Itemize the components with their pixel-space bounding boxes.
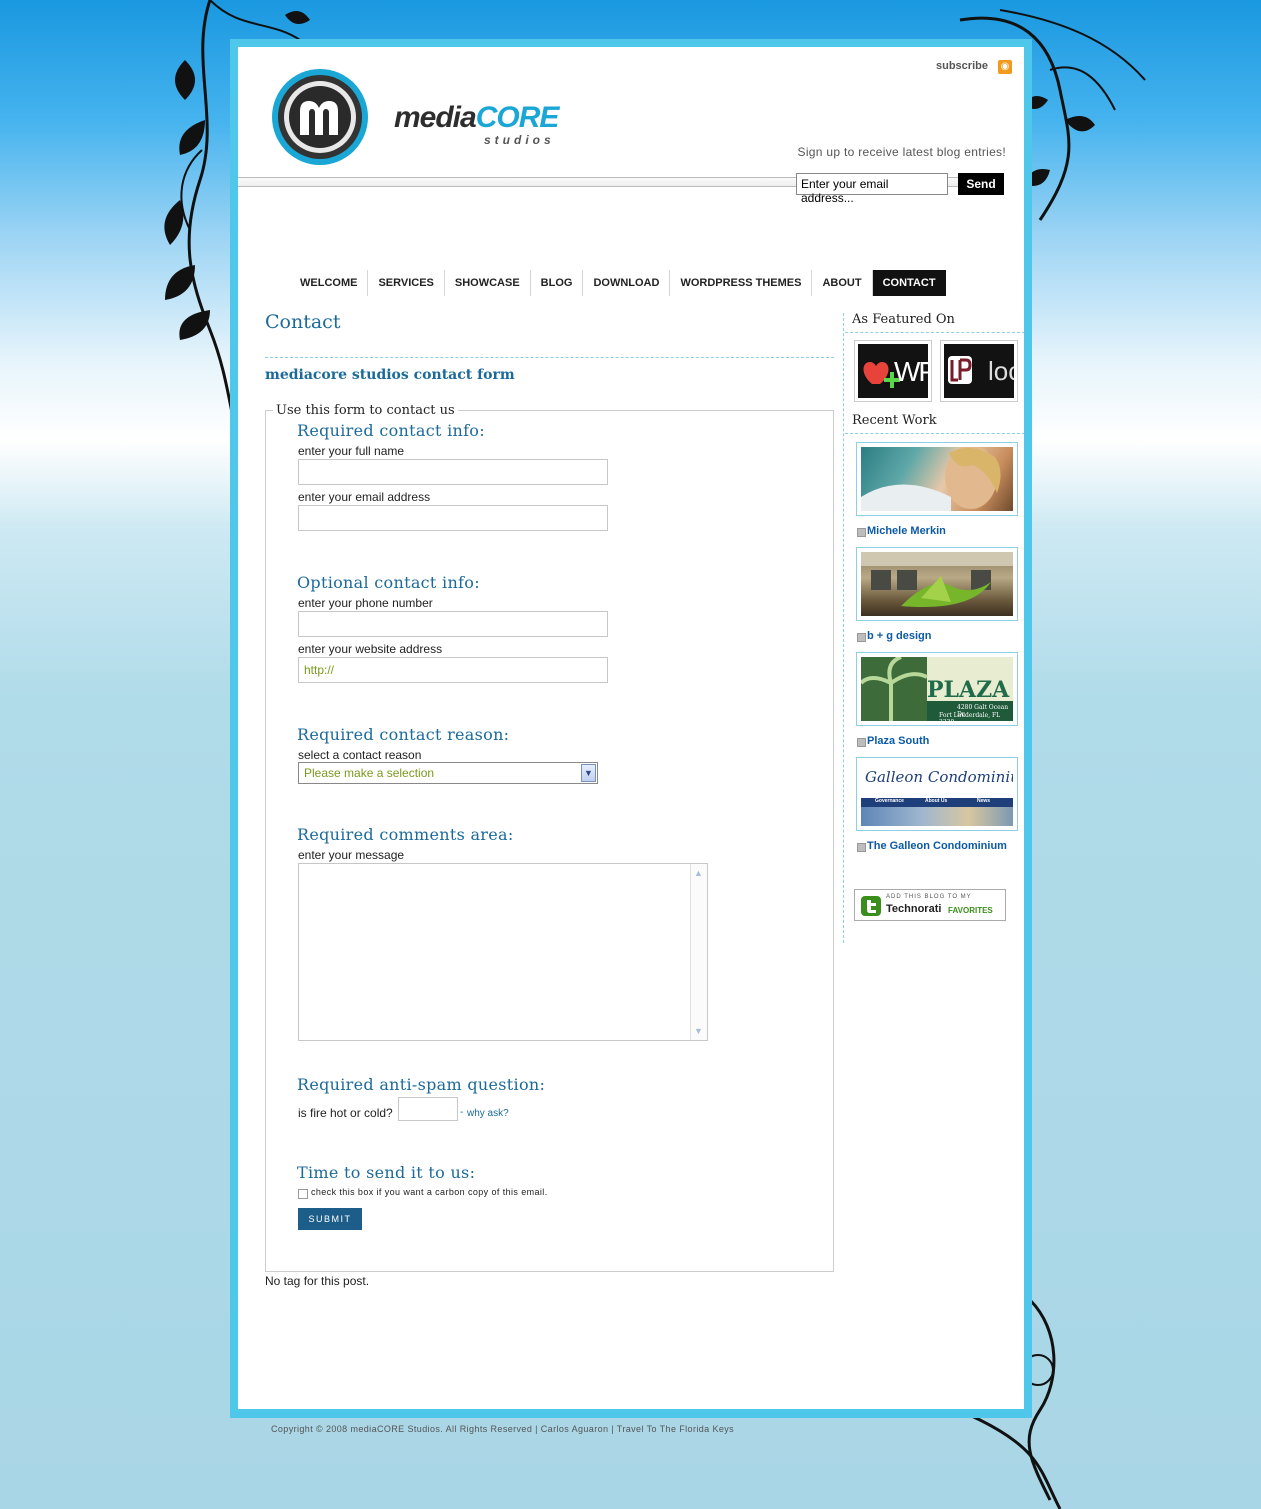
scroll-down-icon[interactable]: ▼ (691, 1023, 706, 1039)
signup-text: Sign up to receive latest blog entries! (797, 145, 1006, 159)
antispam-question: is fire hot or cold? (298, 1106, 393, 1120)
contact-reason-heading: Required contact reason: (297, 725, 510, 744)
content-divider (265, 357, 834, 358)
logo-subtitle: studios (484, 133, 555, 147)
email-label: enter your email address (298, 490, 431, 504)
nav-showcase[interactable]: SHOWCASE (445, 270, 531, 296)
why-ask-separator: - (460, 1107, 464, 1118)
sidebar-divider (843, 313, 844, 943)
page-sheet: mediaCORE studios subscribe ◉ Sign up to… (238, 47, 1024, 1409)
why-ask-link[interactable]: why ask? (467, 1108, 509, 1119)
technorati-line1: ADD THIS BLOG TO MY (886, 894, 972, 900)
message-label: enter your message (298, 848, 405, 862)
technorati-badge[interactable]: ADD THIS BLOG TO MY Technorati FAVORITES (854, 889, 1006, 921)
featured-wp-text: WP (894, 356, 928, 387)
subscribe-link[interactable]: subscribe (936, 60, 988, 72)
recent-work-thumb-galleon[interactable]: Galleon Condominium Governance About Us … (856, 757, 1018, 831)
nav-welcome[interactable]: WELCOME (290, 270, 369, 296)
nav-about[interactable]: ABOUT (812, 270, 873, 296)
plaza-thumb-address-2: Fort Lauderdale, FL 3330 (939, 712, 1001, 721)
carbon-copy-label: check this box if you want a carbon copy… (311, 1187, 548, 1197)
bullet-icon (857, 528, 866, 537)
nav-contact[interactable]: CONTACT (872, 270, 946, 296)
nav-download[interactable]: DOWNLOAD (583, 270, 671, 296)
message-textarea[interactable] (298, 863, 708, 1041)
required-info-heading: Required contact info: (297, 421, 485, 440)
contact-reason-select[interactable]: Please make a selection (298, 762, 598, 784)
galleon-thumb-nav-3: News (977, 798, 991, 804)
bullet-icon (857, 843, 866, 852)
featured-wp-inner: WP (858, 344, 928, 398)
galleon-thumb-nav-1: Governance (875, 798, 904, 804)
name-label: enter your full name (298, 444, 405, 458)
full-name-input[interactable] (298, 459, 608, 485)
nav-wordpress-themes[interactable]: WORDPRESS THEMES (670, 270, 813, 296)
thumb-image-michele (861, 447, 1013, 511)
recent-work-link-galleon[interactable]: The Galleon Condominium (867, 840, 1007, 852)
technorati-brand: Technorati (886, 903, 942, 915)
carbon-copy-checkbox[interactable] (298, 1189, 308, 1199)
contact-reason-label: select a contact reason (298, 748, 422, 762)
send-heading: Time to send it to us: (297, 1163, 476, 1182)
recent-work-heading: Recent Work (852, 413, 937, 428)
recent-work-thumb-plaza[interactable]: PLAZA 4280 Galt Ocean Dr Fort Lauderdale… (856, 652, 1018, 726)
featured-lp-inner: loc (944, 344, 1014, 398)
featured-lp-badge[interactable]: loc (940, 340, 1018, 402)
recent-work-divider (845, 433, 1024, 434)
message-scrollbar[interactable] (690, 864, 707, 1040)
recent-work-thumb-bg-design[interactable] (856, 547, 1018, 621)
antispam-heading: Required anti-spam question: (297, 1075, 546, 1094)
recent-work-thumb-michele[interactable] (856, 442, 1018, 516)
antispam-answer-input[interactable] (398, 1097, 458, 1121)
newsletter-email-input[interactable]: Enter your email address... (796, 173, 948, 205)
main-nav: WELCOME SERVICES SHOWCASE BLOG DOWNLOAD … (290, 270, 946, 296)
mediacore-logo-icon (272, 69, 368, 165)
nav-blog[interactable]: BLOG (531, 270, 584, 296)
page-frame: mediaCORE studios subscribe ◉ Sign up to… (230, 39, 1032, 1418)
footer-copyright: Copyright © 2008 mediaCORE Studios. All … (271, 1424, 735, 1434)
recent-work-link-plaza[interactable]: Plaza South (867, 735, 929, 747)
comments-heading: Required comments area: (297, 825, 514, 844)
thumb-image-plaza: PLAZA 4280 Galt Ocean Dr Fort Lauderdale… (861, 657, 1013, 721)
logo-wordmark: mediaCORE (394, 101, 560, 135)
thumb-image-galleon: Galleon Condominium Governance About Us … (861, 762, 1013, 826)
rss-icon[interactable]: ◉ (998, 60, 1012, 74)
phone-label: enter your phone number (298, 596, 433, 610)
plaza-thumb-title: PLAZA (927, 677, 1010, 703)
portrait-photo-icon (861, 447, 1001, 511)
technorati-logo-icon (861, 896, 881, 916)
email-input[interactable] (298, 505, 608, 531)
logo-word-core: CORE (475, 101, 560, 134)
page-title: Contact (265, 311, 341, 333)
contact-form-heading: mediacore studios contact form (265, 367, 515, 383)
post-tags-text: No tag for this post. (265, 1274, 370, 1288)
optional-info-heading: Optional contact info: (297, 573, 480, 592)
contact-form-legend: Use this form to contact us (273, 403, 458, 418)
thumb-image-bg-design (861, 552, 1013, 616)
bullet-icon (857, 738, 866, 747)
recent-work-link-bg-design[interactable]: b + g design (867, 630, 931, 642)
website-label: enter your website address (298, 642, 443, 656)
technorati-favorites: FAVORITES (948, 906, 993, 915)
recent-work-link-michele[interactable]: Michele Merkin (867, 525, 946, 537)
logo-word-media: media (394, 101, 477, 134)
interior-photo-icon (861, 552, 1013, 607)
featured-lp-text: loc (988, 356, 1014, 386)
galleon-thumb-nav-2: About Us (925, 798, 948, 804)
featured-wp-badge[interactable]: WP (854, 340, 932, 402)
newsletter-send-button[interactable]: Send (958, 173, 1004, 195)
website-input[interactable]: http:// (298, 657, 608, 683)
bullet-icon (857, 633, 866, 642)
featured-divider (845, 332, 1024, 333)
submit-button[interactable]: SUBMIT (298, 1208, 362, 1230)
featured-heading: As Featured On (852, 312, 955, 327)
phone-input[interactable] (298, 611, 608, 637)
nav-services[interactable]: SERVICES (368, 270, 445, 296)
chevron-down-icon[interactable]: ▼ (581, 764, 596, 782)
galleon-thumb-photo (861, 807, 1013, 826)
scroll-up-icon[interactable]: ▲ (691, 865, 706, 881)
galleon-thumb-title: Galleon Condominium (865, 768, 1013, 786)
